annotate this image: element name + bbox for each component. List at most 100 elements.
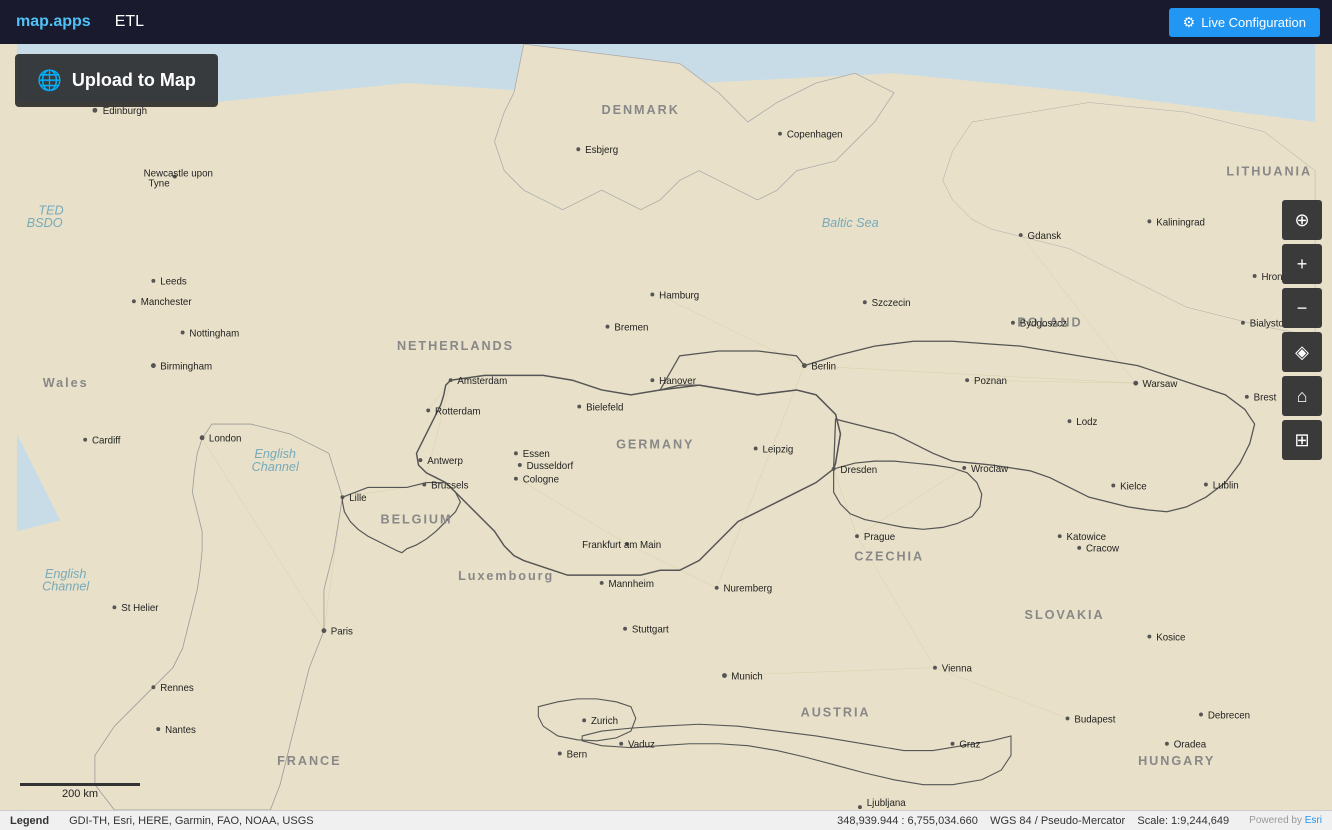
- svg-text:Cologne: Cologne: [523, 475, 559, 486]
- svg-text:Katowice: Katowice: [1067, 532, 1107, 543]
- upload-icon: 🌐: [37, 68, 62, 93]
- locate-button[interactable]: ◈: [1282, 332, 1322, 372]
- svg-text:Nottingham: Nottingham: [189, 328, 239, 339]
- svg-text:Kosice: Kosice: [1156, 632, 1185, 643]
- scale-line: [20, 783, 140, 786]
- compass-button[interactable]: ⊕: [1282, 200, 1322, 240]
- zoom-in-icon: +: [1297, 254, 1308, 275]
- data-sources: GDI-TH, Esri, HERE, Garmin, FAO, NOAA, U…: [69, 815, 313, 827]
- svg-text:Antwerp: Antwerp: [427, 456, 463, 467]
- denmark-label: DENMARK: [601, 103, 679, 117]
- wales-label: Wales: [43, 376, 89, 390]
- svg-text:Amsterdam: Amsterdam: [457, 376, 507, 387]
- svg-text:Dresden: Dresden: [840, 465, 877, 476]
- upload-to-map-button[interactable]: 🌐 Upload to Map: [15, 54, 218, 107]
- svg-text:Poznan: Poznan: [974, 376, 1007, 387]
- map-controls: ⊕ + − ◈ ⌂ ⊞: [1282, 200, 1322, 460]
- svg-text:Berlin: Berlin: [811, 362, 836, 373]
- svg-text:Brussels: Brussels: [431, 480, 468, 491]
- layers-icon: ⊞: [1294, 430, 1309, 451]
- app-title: map.apps: [0, 13, 107, 31]
- lithuania-label: LITHUANIA: [1226, 165, 1312, 179]
- svg-text:Nantes: Nantes: [165, 725, 196, 736]
- svg-text:Hamburg: Hamburg: [659, 290, 699, 301]
- svg-text:Bielefeld: Bielefeld: [586, 402, 623, 413]
- austria-label: AUSTRIA: [801, 705, 871, 719]
- svg-text:Warsaw: Warsaw: [1143, 379, 1179, 390]
- svg-text:Munich: Munich: [731, 671, 762, 682]
- upload-label: Upload to Map: [72, 70, 196, 91]
- svg-text:Bern: Bern: [567, 749, 588, 760]
- projection: WGS 84 / Pseudo-Mercator: [990, 815, 1125, 827]
- map-container[interactable]: Baltic Sea English Channel English Chann…: [0, 44, 1332, 810]
- locate-icon: ◈: [1295, 342, 1309, 363]
- svg-text:Nuremberg: Nuremberg: [723, 584, 772, 595]
- scale-label: 200 km: [20, 788, 140, 800]
- slovakia-label: SLOVAKIA: [1025, 608, 1105, 622]
- app-header: map.apps ETL ⚙ Live Configuration: [0, 0, 1332, 44]
- svg-text:Frankfurt am Main: Frankfurt am Main: [582, 540, 661, 551]
- svg-text:Ljubljana: Ljubljana: [867, 798, 907, 809]
- luxembourg-label: Luxembourg: [458, 569, 554, 583]
- svg-text:Kielce: Kielce: [1120, 481, 1147, 492]
- svg-text:Bydgoszcz: Bydgoszcz: [1020, 319, 1067, 330]
- czechia-label: CZECHIA: [854, 550, 924, 564]
- live-config-button[interactable]: ⚙ Live Configuration: [1169, 8, 1320, 37]
- belgium-label: BELGIUM: [381, 512, 453, 526]
- map-svg: Baltic Sea English Channel English Chann…: [0, 44, 1332, 810]
- svg-text:London: London: [209, 434, 241, 445]
- svg-text:Stuttgart: Stuttgart: [632, 625, 669, 636]
- scale-bar: 200 km: [20, 783, 140, 800]
- zoom-in-button[interactable]: +: [1282, 244, 1322, 284]
- svg-text:Edinburgh: Edinburgh: [103, 106, 147, 117]
- svg-text:Rennes: Rennes: [160, 683, 194, 694]
- svg-text:Graz: Graz: [959, 740, 980, 751]
- svg-text:Kaliningrad: Kaliningrad: [1156, 217, 1205, 228]
- svg-text:Zurich: Zurich: [591, 716, 618, 727]
- home-icon: ⌂: [1297, 386, 1308, 407]
- svg-text:Szczecin: Szczecin: [872, 298, 911, 309]
- svg-text:Debrecen: Debrecen: [1208, 710, 1250, 721]
- status-bar: Legend GDI-TH, Esri, HERE, Garmin, FAO, …: [0, 810, 1332, 830]
- home-button[interactable]: ⌂: [1282, 376, 1322, 416]
- svg-text:Gdansk: Gdansk: [1028, 231, 1062, 242]
- svg-text:Birmingham: Birmingham: [160, 362, 212, 373]
- compass-icon: ⊕: [1294, 210, 1309, 231]
- svg-text:Cardiff: Cardiff: [92, 436, 121, 447]
- svg-text:Prague: Prague: [864, 532, 895, 543]
- zoom-out-icon: −: [1297, 298, 1308, 319]
- svg-text:Vienna: Vienna: [942, 664, 973, 675]
- svg-text:Leeds: Leeds: [160, 277, 187, 288]
- svg-text:Leipzig: Leipzig: [762, 444, 793, 455]
- svg-text:Bremen: Bremen: [614, 323, 648, 334]
- legend-label: Legend: [10, 815, 49, 827]
- coord-values: 348,939.944 : 6,755,034.660: [837, 815, 978, 827]
- svg-text:Lodz: Lodz: [1076, 417, 1097, 428]
- france-label: FRANCE: [277, 754, 341, 768]
- english-channel-label4: Channel: [42, 580, 90, 594]
- english-channel-label2: Channel: [252, 460, 300, 474]
- svg-text:Cracow: Cracow: [1086, 544, 1120, 555]
- zoom-out-button[interactable]: −: [1282, 288, 1322, 328]
- svg-text:Vaduz: Vaduz: [628, 740, 655, 751]
- svg-text:Esbjerg: Esbjerg: [585, 145, 618, 156]
- netherlands-label: NETHERLANDS: [397, 339, 514, 353]
- module-label: ETL: [107, 13, 152, 31]
- svg-text:Hanover: Hanover: [659, 376, 697, 387]
- svg-text:Wroclaw: Wroclaw: [971, 464, 1009, 475]
- bdo-label: BSDO: [27, 216, 63, 230]
- svg-text:Copenhagen: Copenhagen: [787, 130, 843, 141]
- germany-label: GERMANY: [616, 437, 694, 451]
- gear-icon: ⚙: [1183, 14, 1196, 31]
- svg-text:Lublin: Lublin: [1213, 480, 1239, 491]
- svg-text:Essen: Essen: [523, 449, 550, 460]
- layers-button[interactable]: ⊞: [1282, 420, 1322, 460]
- svg-text:Rotterdam: Rotterdam: [435, 406, 480, 417]
- svg-text:Brest: Brest: [1254, 393, 1277, 404]
- svg-text:Oradea: Oradea: [1174, 740, 1207, 751]
- baltic-sea-label: Baltic Sea: [822, 216, 879, 230]
- svg-text:Budapest: Budapest: [1074, 714, 1115, 725]
- coordinates: 348,939.944 : 6,755,034.660 WGS 84 / Pse…: [837, 815, 1229, 827]
- svg-text:St Helier: St Helier: [121, 603, 159, 614]
- live-config-label: Live Configuration: [1201, 15, 1306, 30]
